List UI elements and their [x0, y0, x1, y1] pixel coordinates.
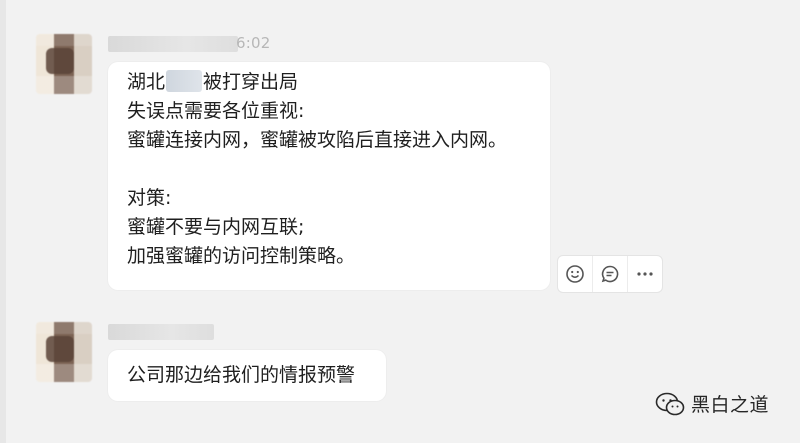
message-line-blank [127, 155, 550, 184]
reply-comment-button[interactable] [593, 256, 628, 292]
sender-name-redacted [108, 324, 214, 340]
message-action-bar [557, 255, 663, 293]
more-icon [637, 272, 653, 276]
message-text: 公司那边给我们的情报预警 [127, 364, 356, 386]
message-line: 对策: [127, 187, 172, 209]
avatar[interactable] [36, 322, 92, 382]
message-line: 蜜罐连接内网，蜜罐被攻陷后直接进入内网。 [127, 129, 508, 151]
message-line: 失误点需要各位重视: [127, 100, 305, 122]
emoji-reaction-button[interactable] [558, 256, 593, 292]
message-bubble[interactable]: 湖北 被打穿出局 失误点需要各位重视: 蜜罐连接内网，蜜罐被攻陷后直接进入内网。 … [108, 62, 550, 290]
wechat-icon [655, 392, 685, 415]
message-text: 被打穿出局 [203, 71, 299, 93]
watermark-text: 黑白之道 [691, 394, 770, 416]
message-bubble[interactable]: 公司那边给我们的情报预警 [108, 350, 386, 401]
avatar[interactable] [36, 34, 92, 94]
more-options-button[interactable] [628, 256, 662, 292]
sender-name-redacted [108, 36, 238, 52]
message-line: 蜜罐不要与内网互联; [127, 216, 305, 238]
watermark: 黑白之道 [655, 390, 769, 417]
emoji-reaction-icon [566, 265, 584, 283]
message-line: 加强蜜罐的访问控制策略。 [127, 245, 356, 267]
message-line: 湖北 被打穿出局 [127, 68, 550, 97]
message-timestamp: 6:02 [236, 34, 271, 52]
redacted-text [166, 70, 203, 92]
reply-comment-icon [601, 265, 619, 283]
message-text: 湖北 [127, 71, 166, 93]
left-edge [0, 0, 6, 443]
